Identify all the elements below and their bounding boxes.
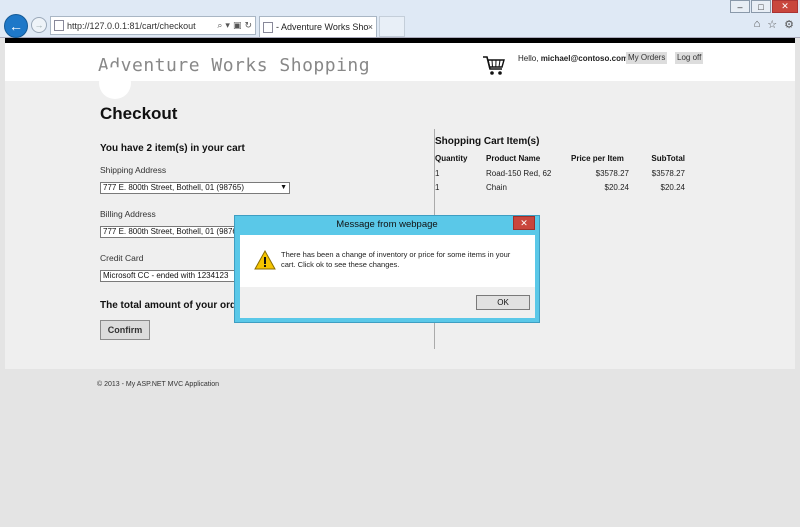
window-controls: – □ ✕	[729, 0, 798, 13]
subtotal-cell: $3578.27	[651, 169, 685, 178]
shipping-value: 777 E. 800th Street, Bothell, 01 (98765)	[103, 183, 244, 192]
column-header: Quantity	[435, 154, 468, 163]
dialog-message: There has been a change of inventory or …	[281, 250, 511, 269]
table-row: 1 Chain $20.24 $20.24	[435, 181, 685, 195]
dialog-title[interactable]: Message from webpage	[235, 216, 539, 234]
alert-dialog: Message from webpage ✕ There has been a …	[234, 215, 540, 323]
price-cell: $3578.27	[595, 169, 629, 178]
tab-close-icon[interactable]: ×	[368, 22, 373, 32]
table-row: 1 Road-150 Red, 62 $3578.27 $3578.27	[435, 167, 685, 181]
subtotal-cell: $20.24	[660, 183, 685, 192]
address-bar[interactable]: http://127.0.0.1:81/cart/checkout ⌕ ▾ ▣ …	[50, 16, 256, 35]
billing-value: 777 E. 800th Street, Bothell, 01 (98765)	[103, 227, 244, 236]
decorative-circle	[99, 67, 131, 99]
minimize-button[interactable]: –	[730, 0, 750, 13]
log-off-link[interactable]: Log off	[675, 52, 704, 64]
favorites-icon[interactable]: ☆	[767, 18, 777, 31]
new-tab-button[interactable]	[379, 16, 405, 37]
credit-card-value: Microsoft CC - ended with 1234123	[103, 271, 229, 280]
table-header-row: Quantity Product Name Price per Item Sub…	[435, 153, 685, 167]
cart-table: Quantity Product Name Price per Item Sub…	[435, 153, 685, 195]
arrow-right-icon: →	[34, 20, 44, 30]
browser-tab[interactable]: - Adventure Works Shopping ×	[259, 16, 377, 37]
product-name-cell: Road-150 Red, 62	[486, 169, 552, 178]
my-orders-link[interactable]: My Orders	[626, 52, 668, 64]
dialog-button-area: OK	[240, 287, 535, 318]
greeting: Hello, michael@contoso.com!	[518, 54, 631, 63]
dropdown-icon[interactable]: ▾	[225, 20, 230, 31]
back-button[interactable]: ←	[4, 14, 28, 38]
shipping-select[interactable]: 777 E. 800th Street, Bothell, 01 (98765)…	[100, 182, 290, 194]
column-header: Product Name	[486, 154, 541, 163]
toolbar-icons: ⌂ ☆ ⚙	[754, 18, 794, 31]
cart-items-title: Shopping Cart Item(s)	[435, 136, 540, 147]
page-icon	[54, 20, 64, 31]
column-header: Price per Item	[571, 154, 624, 163]
order-total-text: The total amount of your order	[100, 300, 246, 311]
chevron-down-icon: ▼	[280, 184, 287, 191]
price-cell: $20.24	[604, 183, 629, 192]
maximize-button[interactable]: □	[751, 0, 771, 13]
site-title[interactable]: Adventure Works Shopping	[98, 55, 370, 76]
dialog-message-area: There has been a change of inventory or …	[240, 235, 535, 287]
footer: © 2013 - My ASP.NET MVC Application	[5, 369, 795, 522]
username[interactable]: michael@contoso.com!	[541, 54, 631, 63]
search-icon[interactable]: ⌕	[217, 20, 222, 31]
greeting-prefix: Hello,	[518, 54, 541, 63]
dialog-body: There has been a change of inventory or …	[240, 235, 535, 318]
quantity-cell: 1	[435, 183, 440, 192]
confirm-button[interactable]: Confirm	[100, 320, 150, 340]
browser-chrome: – □ ✕ ← → http://127.0.0.1:81/cart/check…	[0, 0, 800, 38]
refresh-icon[interactable]: ↻	[244, 20, 252, 31]
tab-title: - Adventure Works Shopping	[276, 22, 368, 32]
warning-icon	[254, 250, 276, 270]
address-text[interactable]: http://127.0.0.1:81/cart/checkout	[67, 21, 217, 31]
column-header: SubTotal	[651, 154, 685, 163]
compat-icon[interactable]: ▣	[233, 20, 242, 31]
copyright: © 2013 - My ASP.NET MVC Application	[97, 381, 220, 388]
window-close-button[interactable]: ✕	[772, 0, 798, 13]
product-name-cell: Chain	[486, 183, 507, 192]
tab-page-icon	[263, 21, 273, 33]
gear-icon[interactable]: ⚙	[784, 18, 794, 31]
credit-card-label: Credit Card	[100, 253, 144, 263]
shopping-cart-icon	[483, 56, 505, 75]
page-title: Checkout	[100, 104, 178, 123]
quantity-cell: 1	[435, 169, 440, 178]
billing-label: Billing Address	[100, 209, 156, 219]
home-icon[interactable]: ⌂	[754, 18, 761, 31]
address-tools: ⌕ ▾ ▣ ↻	[217, 20, 252, 31]
ok-button[interactable]: OK	[476, 295, 530, 310]
forward-button[interactable]: →	[31, 17, 47, 33]
arrow-left-icon: ←	[9, 18, 23, 34]
cart-summary: You have 2 item(s) in your cart	[100, 143, 245, 154]
dialog-close-button[interactable]: ✕	[513, 216, 535, 230]
shipping-label: Shipping Address	[100, 165, 167, 175]
